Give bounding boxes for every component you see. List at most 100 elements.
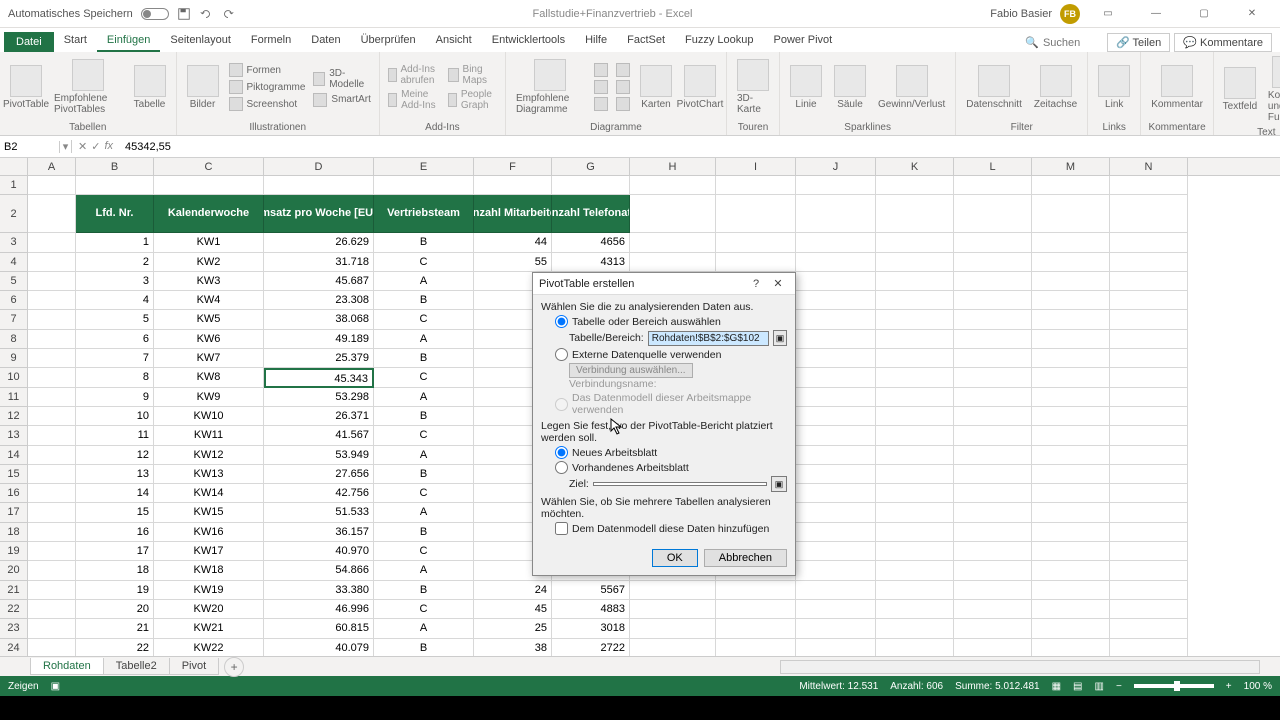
cell[interactable]: KW3 — [154, 272, 264, 291]
user-avatar[interactable]: FB — [1060, 4, 1080, 24]
cell[interactable] — [796, 561, 876, 580]
cell[interactable] — [796, 503, 876, 522]
cell[interactable] — [796, 291, 876, 310]
cell[interactable]: 36.157 — [264, 523, 374, 542]
link-button[interactable]: Link — [1094, 63, 1134, 112]
ok-button[interactable]: OK — [652, 549, 698, 567]
row-header[interactable]: 20 — [0, 561, 28, 580]
row-header[interactable]: 1 — [0, 176, 28, 195]
cell[interactable]: 45 — [474, 600, 552, 619]
header-footer-button[interactable]: Kopf- und Fußzeile — [1264, 54, 1280, 125]
minimize-icon[interactable]: — — [1136, 2, 1176, 26]
cell[interactable]: A — [374, 330, 474, 349]
cell[interactable]: 60.815 — [264, 619, 374, 638]
cell[interactable] — [28, 330, 76, 349]
cell[interactable] — [1110, 523, 1188, 542]
row-header[interactable]: 5 — [0, 272, 28, 291]
cell[interactable]: B — [374, 233, 474, 252]
cell[interactable] — [1032, 253, 1110, 272]
cell[interactable] — [28, 407, 76, 426]
dialog-close-icon[interactable]: ✕ — [767, 277, 789, 290]
comments-button[interactable]: 💬 Kommentare — [1174, 33, 1272, 52]
ribbon-tab-ansicht[interactable]: Ansicht — [426, 30, 482, 52]
cell[interactable]: KW6 — [154, 330, 264, 349]
cell[interactable]: KW14 — [154, 484, 264, 503]
cell[interactable] — [716, 600, 796, 619]
ribbon-tab-daten[interactable]: Daten — [301, 30, 350, 52]
cell[interactable]: 38.068 — [264, 310, 374, 329]
cell[interactable] — [1032, 368, 1110, 387]
cell[interactable]: 24 — [474, 581, 552, 600]
cell[interactable]: 4 — [76, 291, 154, 310]
row-header[interactable]: 14 — [0, 446, 28, 465]
cell[interactable]: 51.533 — [264, 503, 374, 522]
cell[interactable]: KW2 — [154, 253, 264, 272]
cell[interactable] — [876, 407, 954, 426]
cell[interactable]: 49.189 — [264, 330, 374, 349]
recommended-charts-button[interactable]: Empfohlene Diagramme — [512, 57, 588, 117]
cell[interactable]: B — [374, 581, 474, 600]
cell[interactable] — [716, 581, 796, 600]
horizontal-scrollbar[interactable] — [780, 660, 1260, 674]
cell[interactable]: C — [374, 253, 474, 272]
cell[interactable] — [716, 639, 796, 656]
autosave-toggle[interactable] — [141, 8, 169, 20]
cell[interactable]: 45.687 — [264, 272, 374, 291]
file-tab[interactable]: Datei — [4, 32, 54, 52]
cell[interactable]: C — [374, 310, 474, 329]
sheet-tab[interactable]: Pivot — [169, 658, 219, 675]
cell[interactable] — [876, 272, 954, 291]
cell[interactable] — [1110, 253, 1188, 272]
cell[interactable] — [630, 195, 716, 233]
cell[interactable]: C — [374, 426, 474, 445]
cell[interactable]: A — [374, 561, 474, 580]
cell[interactable] — [154, 176, 264, 195]
sheet-tab[interactable]: Rohdaten — [30, 658, 104, 675]
cell[interactable] — [796, 176, 876, 195]
cell[interactable]: 4656 — [552, 233, 630, 252]
cell[interactable]: 4313 — [552, 253, 630, 272]
row-header[interactable]: 19 — [0, 542, 28, 561]
cell[interactable] — [1032, 272, 1110, 291]
ribbon-tab-entwicklertools[interactable]: Entwicklertools — [482, 30, 575, 52]
enter-formula-icon[interactable]: ✓ — [91, 140, 100, 153]
cell[interactable]: KW12 — [154, 446, 264, 465]
cell[interactable]: 26.629 — [264, 233, 374, 252]
cell[interactable] — [28, 233, 76, 252]
cell[interactable]: 15 — [76, 503, 154, 522]
cell[interactable]: 40.079 — [264, 639, 374, 656]
redo-icon[interactable] — [221, 7, 235, 21]
cell[interactable]: 7 — [76, 349, 154, 368]
cell[interactable]: 55 — [474, 253, 552, 272]
undo-icon[interactable] — [199, 7, 213, 21]
row-header[interactable]: 10 — [0, 368, 28, 387]
cell[interactable]: 17 — [76, 542, 154, 561]
cell[interactable]: 10 — [76, 407, 154, 426]
cell[interactable] — [796, 330, 876, 349]
chart-type-button[interactable] — [614, 62, 632, 78]
new-sheet-button[interactable]: + — [224, 657, 244, 677]
ribbon-tab-fuzzy lookup[interactable]: Fuzzy Lookup — [675, 30, 763, 52]
cell[interactable] — [1110, 349, 1188, 368]
column-header[interactable]: I — [716, 158, 796, 175]
row-header[interactable]: 2 — [0, 195, 28, 233]
cell[interactable] — [716, 176, 796, 195]
cell[interactable]: 19 — [76, 581, 154, 600]
shapes-button[interactable]: Formen — [227, 62, 308, 78]
cell[interactable] — [1110, 446, 1188, 465]
cell[interactable] — [796, 368, 876, 387]
cell[interactable] — [28, 465, 76, 484]
cell[interactable] — [1032, 581, 1110, 600]
column-header[interactable]: H — [630, 158, 716, 175]
cell[interactable] — [796, 446, 876, 465]
cell[interactable] — [1032, 388, 1110, 407]
cell[interactable]: 53.949 — [264, 446, 374, 465]
cell[interactable]: C — [374, 600, 474, 619]
cell[interactable]: KW1 — [154, 233, 264, 252]
sheet-tab[interactable]: Tabelle2 — [103, 658, 170, 675]
cell[interactable]: C — [374, 484, 474, 503]
cell[interactable]: B — [374, 349, 474, 368]
cell[interactable]: KW20 — [154, 600, 264, 619]
cell[interactable]: 3018 — [552, 619, 630, 638]
cell[interactable] — [1110, 581, 1188, 600]
